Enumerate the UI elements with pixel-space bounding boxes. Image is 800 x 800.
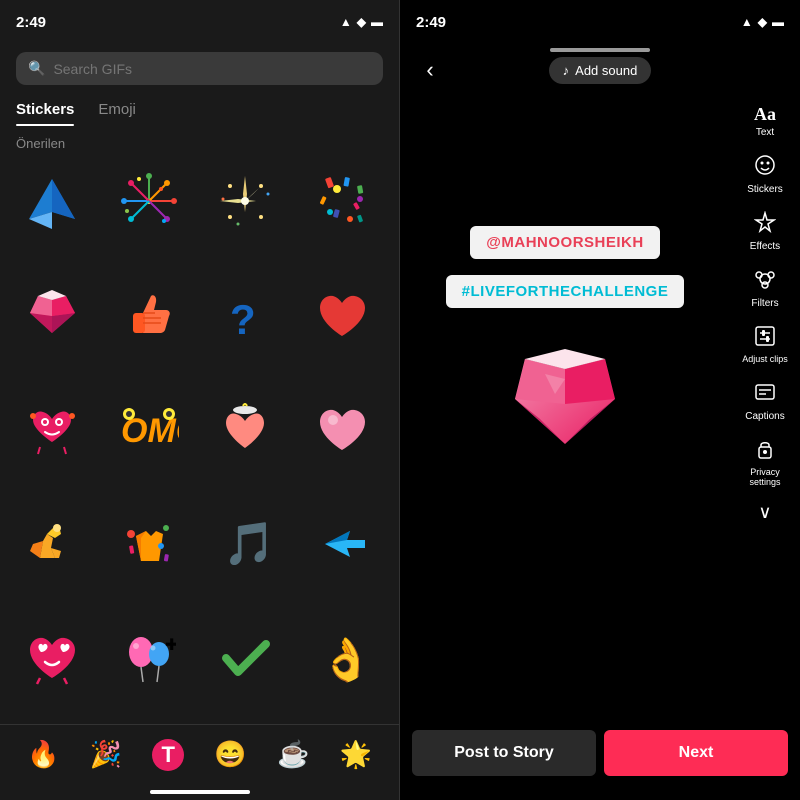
tool-adjust-clips[interactable]: Adjust clips [738,319,792,371]
captions-label: Captions [745,411,784,422]
right-status-icons: ▲ ◆ ▬ [741,15,784,29]
back-button[interactable]: ‹ [412,52,448,88]
sticker-confetti[interactable] [298,157,386,245]
filters-tool-icon [754,268,776,296]
text-tool-label: Text [756,127,774,138]
mention-tag[interactable]: @MAHNOORSHEIKH [470,226,659,259]
left-time: 2:49 [16,14,46,31]
adjust-clips-label: Adjust clips [742,355,788,365]
sticker-fireworks[interactable] [105,157,193,245]
sticker-checkmark[interactable] [202,614,290,702]
heart-sticker[interactable] [505,344,625,454]
sticker-angel-heart[interactable] [202,385,290,473]
effects-tool-label: Effects [750,241,780,252]
home-indicator-left [150,790,250,794]
bottom-actions: Post to Story Next [400,730,800,776]
privacy-label: Privacysettings [749,468,780,488]
party-icon[interactable]: 🎉 [90,739,122,770]
sticker-sparkles[interactable] [202,157,290,245]
left-status-icons: ▲ ◆ ▬ [340,15,383,29]
chevron-down-icon[interactable]: ∨ [754,498,775,527]
sticker-origami[interactable] [8,157,96,245]
music-note-icon: ♪ [563,63,570,78]
sticker-pink-heart[interactable] [298,385,386,473]
sticker-question[interactable]: ? [202,271,290,359]
effects-tool-icon [754,211,776,239]
smile-icon[interactable]: 😄 [214,739,246,770]
add-sound-label: Add sound [575,63,637,78]
search-input[interactable] [53,61,371,77]
search-bar[interactable]: 🔍 [16,52,383,85]
sticker-celebration[interactable] [105,500,193,588]
sticker-heart-eyes[interactable] [8,614,96,702]
sticker-diamond-heart[interactable] [8,271,96,359]
svg-text:?: ? [230,296,256,343]
hashtag-tag[interactable]: #LIVEFORTHECHALLENGE [446,275,685,308]
search-icon: 🔍 [28,60,45,77]
tool-stickers[interactable]: Stickers [743,148,787,201]
sticker-peace[interactable] [8,500,96,588]
svg-text:🎵: 🎵 [223,520,273,567]
fire-icon[interactable]: 🔥 [27,739,59,770]
sticker-thumbsup[interactable] [105,271,193,359]
tab-stickers[interactable]: Stickers [16,101,74,126]
sticker-heart-character[interactable] [8,385,96,473]
tool-privacy[interactable]: Privacysettings [745,432,784,494]
tool-effects[interactable]: Effects [746,205,784,258]
captions-icon [754,381,776,409]
filters-tool-label: Filters [751,298,778,309]
privacy-icon [754,438,776,466]
tool-captions[interactable]: Captions [741,375,788,428]
stickers-tool-label: Stickers [747,184,783,195]
tab-emoji[interactable]: Emoji [98,101,136,126]
sticker-music[interactable]: 🎵 [202,500,290,588]
left-panel: 2:49 ▲ ◆ ▬ 🔍 Stickers Emoji Önerilen [0,0,400,800]
video-content: @MAHNOORSHEIKH #LIVEFORTHECHALLENGE [400,0,730,680]
right-panel: 2:49 ▲ ◆ ▬ ‹ ♪ Add sound Aa Text [400,0,800,800]
tabs-container: Stickers Emoji [0,93,399,126]
add-sound-button[interactable]: ♪ Add sound [549,57,652,84]
sticker-ok[interactable]: 👌 [298,614,386,702]
svg-text:✚: ✚ [165,637,176,654]
coffee-icon[interactable]: ☕ [277,739,309,770]
adjust-clips-icon [754,325,776,353]
right-time: 2:49 [416,14,446,31]
stickers-tool-icon [754,154,776,182]
text-icon[interactable]: T [152,739,184,771]
section-label: Önerilen [0,126,399,157]
sticker-omg[interactable]: OMG [105,385,193,473]
right-toolbar: ‹ ♪ Add sound [400,44,800,96]
tool-filters[interactable]: Filters [747,262,782,315]
tool-text[interactable]: Aa Text [750,98,780,144]
stickers-grid: ? OMG [0,157,399,724]
sticker-heart-red[interactable] [298,271,386,359]
sun-icon[interactable]: 🌟 [340,739,372,770]
svg-text:👌: 👌 [320,636,370,684]
next-button[interactable]: Next [604,730,788,776]
bottom-bar: 🔥 🎉 T 😄 ☕ 🌟 [0,724,399,784]
right-sidebar: Aa Text Stickers Effects [730,90,800,535]
post-story-button[interactable]: Post to Story [412,730,596,776]
sticker-balloon[interactable]: ✚ [105,614,193,702]
left-status-bar: 2:49 ▲ ◆ ▬ [0,0,399,44]
sticker-pointer[interactable] [298,500,386,588]
text-tool-icon: Aa [754,104,776,125]
right-status-bar: 2:49 ▲ ◆ ▬ [400,0,800,44]
